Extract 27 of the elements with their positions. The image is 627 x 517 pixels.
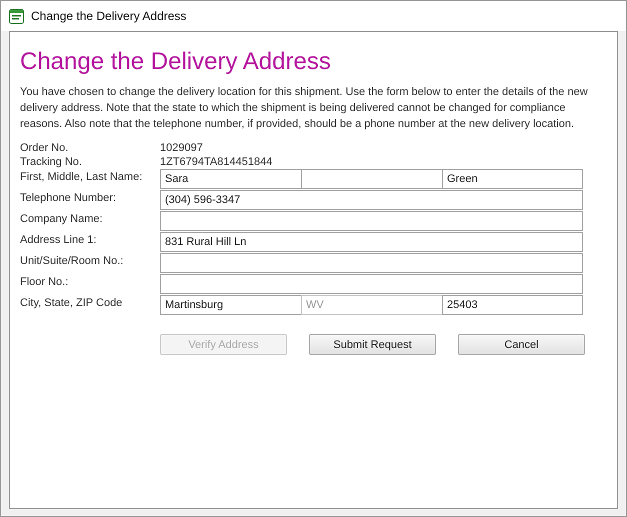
field-label: Company Name: [20, 212, 104, 225]
input-field[interactable]: 25403 [442, 295, 583, 315]
field-label: City, State, ZIP Code [20, 296, 124, 309]
page-heading: Change the Delivery Address [20, 48, 332, 76]
input-field[interactable]: 831 Rural Hill Ln [160, 232, 583, 252]
field-label: Tracking No. [20, 156, 83, 168]
input-field[interactable] [301, 169, 443, 189]
field-label: Floor No.: [20, 275, 70, 288]
input-field[interactable]: Martinsburg [160, 295, 302, 315]
field-value: 1029097 [160, 142, 204, 154]
input-field[interactable]: Green [442, 169, 583, 189]
field-label: Order No. [20, 142, 70, 154]
field-value: 1ZT6794TA814451844 [160, 156, 274, 168]
submit-request-button[interactable]: Submit Request [309, 334, 436, 355]
window-icon [9, 8, 24, 24]
field-label: First, Middle, Last Name: [20, 170, 144, 183]
input-field[interactable] [160, 211, 583, 231]
input-field[interactable]: (304) 596-3347 [160, 190, 583, 210]
field-label: Telephone Number: [20, 191, 118, 204]
window-title: Change the Delivery Address [31, 9, 186, 23]
cancel-button[interactable]: Cancel [458, 334, 585, 355]
input-field[interactable]: Sara [160, 169, 302, 189]
input-field[interactable] [160, 274, 583, 294]
field-label: Address Line 1: [20, 233, 98, 246]
input-field[interactable] [160, 253, 583, 273]
field-label: Unit/Suite/Room No.: [20, 254, 124, 267]
intro-text: You have chosen to change the delivery location for this shipment. Use the form below to enter the details of the new delivery address. Note that the state to which the shipment is being delivered cannot be changed for compliance reasons. Also note that the telephone number, if provided, should be a phone number at the new delivery location. [20, 85, 589, 132]
